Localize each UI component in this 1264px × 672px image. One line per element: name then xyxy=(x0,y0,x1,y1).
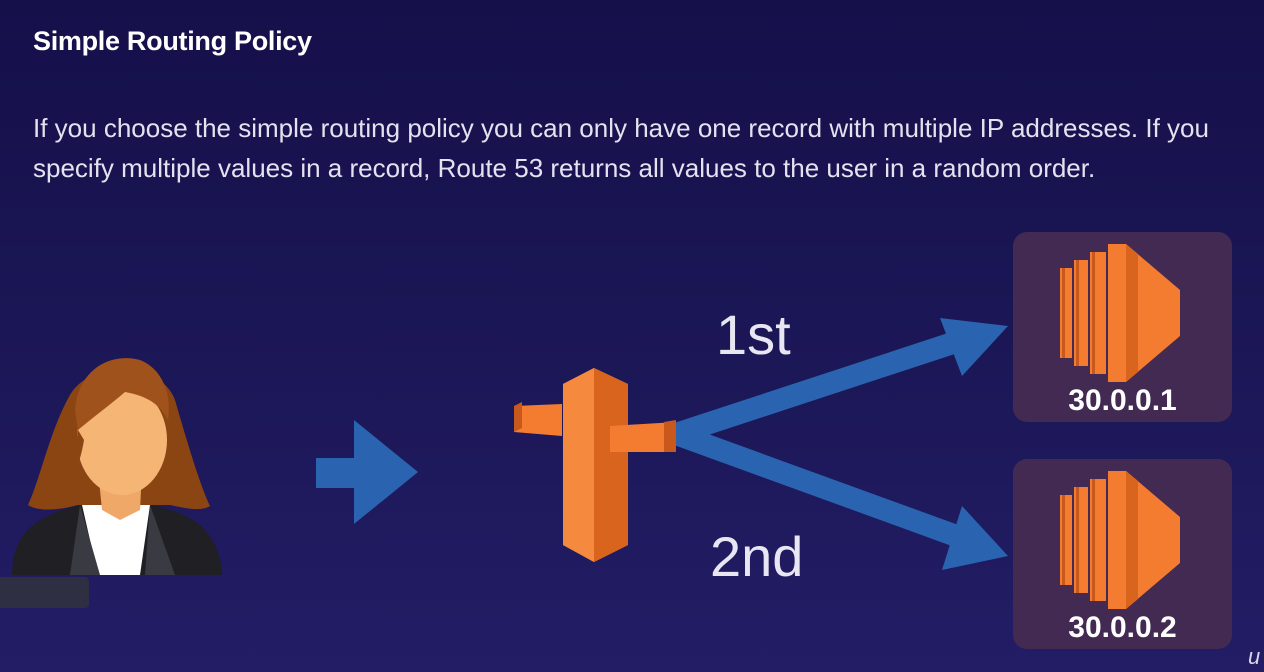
server-ip-label: 30.0.0.2 xyxy=(1068,611,1177,644)
user-nametag xyxy=(0,577,89,608)
watermark-logo: u xyxy=(1248,644,1261,669)
route53-signpost-icon xyxy=(514,368,676,562)
second-response-label: 2nd xyxy=(710,525,804,588)
request-arrow xyxy=(316,420,418,524)
first-response-label: 1st xyxy=(716,303,791,366)
server-ip-label: 30.0.0.1 xyxy=(1068,384,1177,417)
server-card-1: 30.0.0.1 xyxy=(1013,232,1232,422)
server-card-2: 30.0.0.2 xyxy=(1013,459,1232,649)
ec2-instance-icon xyxy=(1060,244,1180,382)
ec2-instance-icon xyxy=(1060,471,1180,609)
user-icon xyxy=(12,358,222,575)
